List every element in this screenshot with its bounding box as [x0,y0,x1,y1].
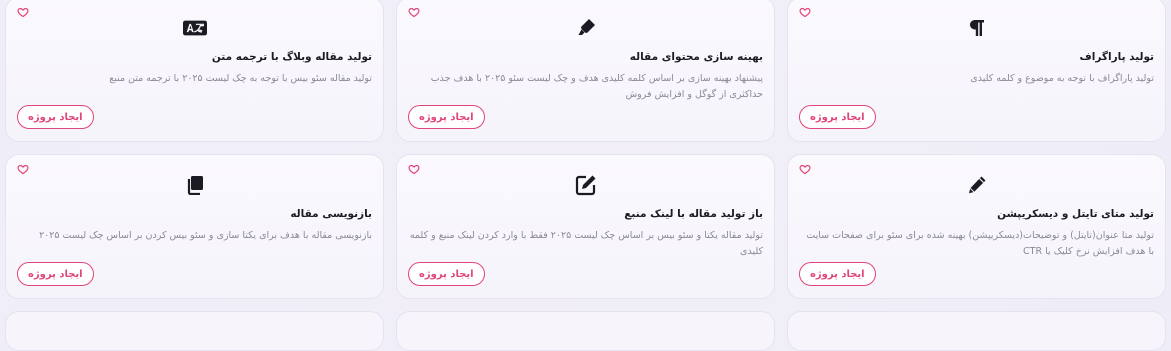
card-title: بهینه سازی محتوای مقاله [629,51,763,63]
tool-card[interactable]: تولید پاراگراف تولید پاراگراف با توجه به… [787,0,1166,142]
tool-card-partial [787,311,1166,351]
create-project-button[interactable]: ایجاد پروژه [17,262,94,286]
card-title: تولید مقاله وبلاگ با ترجمه متن [211,51,372,63]
card-title: تولید متای تایتل و دیسکریپشن [997,208,1154,220]
tools-grid: تولید پاراگراف تولید پاراگراف با توجه به… [5,0,1166,351]
heart-icon[interactable] [799,163,811,175]
heart-icon[interactable] [408,163,420,175]
card-title: بازنویسی مقاله [290,208,372,220]
card-description: تولید مقاله یکتا و سئو بیس بر اساس چک لی… [409,230,763,257]
tool-card[interactable]: تولید مقاله وبلاگ با ترجمه متن تولید مقا… [5,0,384,142]
create-project-button[interactable]: ایجاد پروژه [17,105,94,129]
heart-icon[interactable] [408,6,420,18]
heart-icon[interactable] [799,6,811,18]
tool-card[interactable]: بازنویسی مقاله بازنویسی مقاله با هدف برا… [5,154,384,299]
card-description: تولید متا عنوان(تایتل) و توضیحات(دیسکریپ… [806,230,1154,257]
paragraph-icon [965,16,989,40]
create-project-button[interactable]: ایجاد پروژه [408,105,485,129]
copy-icon [183,173,207,197]
tool-card-partial [396,311,775,351]
highlighter-icon [574,16,598,40]
tool-card-partial [5,311,384,351]
translate-icon [182,16,207,40]
heart-icon[interactable] [17,163,29,175]
card-description: تولید پاراگراف با توجه به موضوع و کلمه ک… [970,73,1154,84]
tool-card[interactable]: باز تولید مقاله با لینک منبع تولید مقاله… [396,154,775,299]
card-description: پیشنهاد بهینه سازی بر اساس کلمه کلیدی هد… [430,73,763,100]
edit-icon [574,173,598,197]
create-project-button[interactable]: ایجاد پروژه [799,105,876,129]
pencil-icon [965,173,989,197]
heart-icon[interactable] [17,6,29,18]
tool-card[interactable]: تولید متای تایتل و دیسکریپشن تولید متا ع… [787,154,1166,299]
card-title: تولید پاراگراف [1079,51,1154,63]
create-project-button[interactable]: ایجاد پروژه [799,262,876,286]
create-project-button[interactable]: ایجاد پروژه [408,262,485,286]
card-title: باز تولید مقاله با لینک منبع [624,208,763,220]
tool-card[interactable]: بهینه سازی محتوای مقاله پیشنهاد بهینه سا… [396,0,775,142]
card-description: بازنویسی مقاله با هدف برای یکتا سازی و س… [39,230,372,241]
card-description: تولید مقاله سئو بیس با توجه به چک لیست ۲… [109,73,372,84]
